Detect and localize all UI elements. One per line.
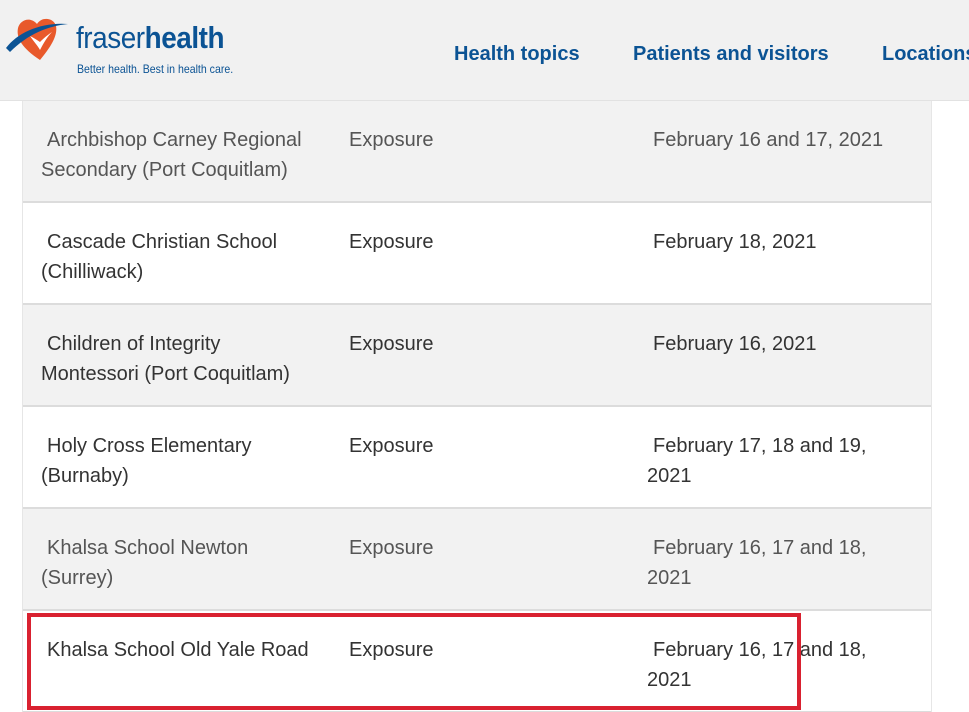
table-row: Archbishop Carney Regional Secondary (Po… — [23, 101, 931, 203]
table-row: Khalsa School Old Yale Road Exposure Feb… — [23, 611, 931, 712]
exposure-date-cell: February 17, 18 and 19, 2021 — [647, 435, 867, 487]
table-row: Cascade Christian School (Chilliwack) Ex… — [23, 203, 931, 305]
exposure-date-cell: February 16, 17 and 18, 2021 — [647, 537, 867, 589]
heart-swoosh-icon — [6, 18, 68, 60]
page: fraserhealth Better health. Best in heal… — [0, 0, 969, 712]
exposure-type-cell: Exposure — [349, 129, 434, 151]
school-name-cell: Holy Cross Elementary (Burnaby) — [41, 435, 252, 487]
logo-wordmark: fraserhealth — [76, 20, 225, 56]
logo-word-health: health — [144, 20, 225, 55]
table-row: Holy Cross Elementary (Burnaby) Exposure… — [23, 407, 931, 509]
school-name-cell: Khalsa School Newton (Surrey) — [41, 537, 249, 589]
exposure-type-cell: Exposure — [349, 333, 434, 355]
exposure-type-cell: Exposure — [349, 231, 434, 253]
nav-patients-and-visitors[interactable]: Patients and visitors — [633, 43, 829, 66]
school-name-cell: Archbishop Carney Regional Secondary (Po… — [41, 129, 302, 181]
fraser-health-logo[interactable]: fraserhealth Better health. Best in heal… — [4, 12, 244, 82]
exposure-date-cell: February 18, 2021 — [653, 231, 817, 253]
exposure-date-cell: February 16 and 17, 2021 — [653, 129, 884, 151]
school-exposures-table: Archbishop Carney Regional Secondary (Po… — [22, 101, 932, 712]
nav-health-topics[interactable]: Health topics — [454, 43, 580, 66]
exposure-type-cell: Exposure — [349, 537, 434, 559]
site-header: fraserhealth Better health. Best in heal… — [0, 0, 969, 101]
exposure-date-cell: February 16, 2021 — [653, 333, 817, 355]
logo-tagline: Better health. Best in health care. — [77, 62, 234, 76]
exposure-type-cell: Exposure — [349, 639, 434, 661]
school-name-cell: Children of Integrity Montessori (Port C… — [41, 333, 290, 385]
table-row: Khalsa School Newton (Surrey) Exposure F… — [23, 509, 931, 611]
table-row: Children of Integrity Montessori (Port C… — [23, 305, 931, 407]
school-name-cell: Khalsa School Old Yale Road — [47, 639, 309, 661]
exposure-type-cell: Exposure — [349, 435, 434, 457]
school-name-cell: Cascade Christian School (Chilliwack) — [41, 231, 278, 283]
logo-word-fraser: fraser — [76, 20, 145, 55]
exposure-date-cell: February 16, 17 and 18, 2021 — [647, 639, 867, 691]
nav-locations[interactable]: Locations — [882, 43, 969, 66]
